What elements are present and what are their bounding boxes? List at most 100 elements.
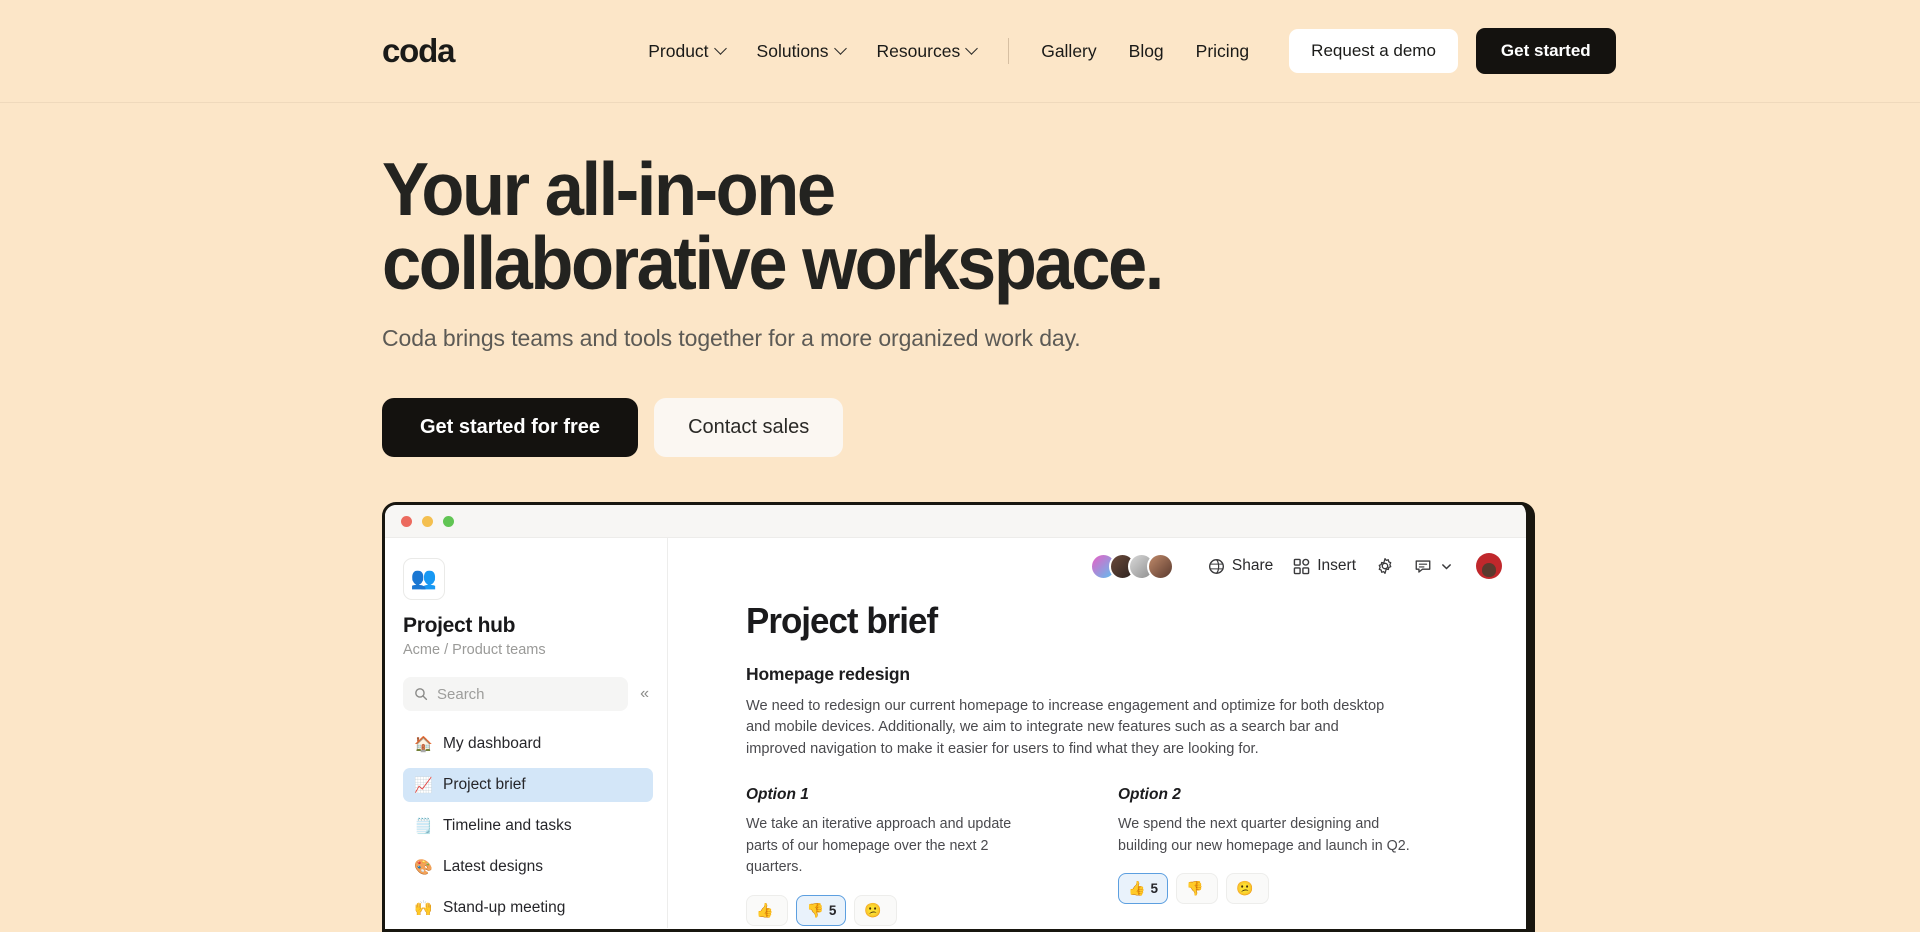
chevron-down-icon	[833, 41, 847, 55]
nav-item-solutions[interactable]: Solutions	[741, 33, 861, 70]
hero-cta-row: Get started for free Contact sales	[382, 398, 1920, 457]
reaction-confused[interactable]: 😕	[854, 894, 897, 926]
hero-section: Your all-in-one collaborative workspace.…	[0, 103, 1920, 457]
app-mockup: 👥 Project hub Acme / Product teams Searc…	[382, 502, 1535, 932]
option-body: We take an iterative approach and update…	[746, 816, 1012, 876]
breadcrumb: Acme / Product teams	[403, 642, 546, 658]
doc-canvas: Share Insert Project brief Homepage rede…	[668, 538, 1526, 928]
chevron-down-icon	[713, 41, 727, 55]
sidebar-search-row: Search «	[403, 677, 653, 711]
reaction-thumbs-up[interactable]: 👍 5	[1118, 873, 1168, 905]
chart-icon: 📈	[414, 777, 433, 794]
chevron-down-icon	[1441, 561, 1452, 572]
window-close-dot[interactable]	[401, 515, 412, 527]
nav-item-product[interactable]: Product	[632, 33, 740, 70]
option-2-column: Option 2 We spend the next quarter desig…	[1118, 786, 1418, 925]
nav-item-blog[interactable]: Blog	[1113, 33, 1180, 70]
globe-icon	[1208, 558, 1225, 575]
primary-nav: Product Solutions Resources Gallery Blog…	[632, 33, 1265, 70]
house-icon: 🏠	[414, 736, 433, 753]
nav-item-gallery[interactable]: Gallery	[1025, 33, 1112, 70]
nav-divider	[1008, 38, 1010, 64]
avatar	[1146, 552, 1174, 580]
headline-line-1: Your all-in-one	[382, 147, 836, 231]
settings-button[interactable]	[1366, 551, 1404, 581]
current-user-avatar[interactable]	[1476, 553, 1502, 579]
header-actions: Request a demo Get started	[1273, 28, 1616, 74]
share-label: Share	[1231, 557, 1274, 574]
insert-label: Insert	[1317, 557, 1356, 574]
share-button[interactable]: Share	[1198, 551, 1283, 581]
page-title: Your all-in-one collaborative workspace.	[382, 147, 1828, 305]
gear-icon	[1376, 557, 1394, 575]
comment-icon	[1414, 557, 1432, 575]
thumbs-up-icon: 👍	[756, 901, 774, 918]
confused-face-icon: 😕	[864, 901, 882, 918]
people-icon: 👥	[403, 558, 445, 600]
sidebar-item-latest-designs[interactable]: 🎨 Latest designs	[403, 850, 653, 884]
request-demo-button[interactable]: Request a demo	[1289, 29, 1458, 73]
grid-icon	[1293, 558, 1310, 575]
search-input[interactable]: Search	[403, 677, 629, 711]
sidebar-item-my-dashboard[interactable]: 🏠 My dashboard	[403, 727, 653, 761]
contact-sales-button[interactable]: Contact sales	[654, 398, 844, 457]
doc-body: Project brief Homepage redesign We need …	[668, 594, 1526, 926]
collapse-sidebar-icon[interactable]: «	[636, 683, 653, 705]
sidebar-item-label: My dashboard	[443, 735, 542, 752]
reaction-thumbs-down[interactable]: 👎	[1175, 873, 1219, 905]
thumbs-down-icon: 👎	[806, 901, 824, 918]
document-section-heading: Homepage redesign	[746, 664, 910, 684]
doc-toolbar: Share Insert	[668, 538, 1526, 594]
nav-item-label: Resources	[876, 40, 961, 61]
mockup-window: 👥 Project hub Acme / Product teams Searc…	[382, 502, 1535, 932]
document-title: Project brief	[746, 600, 938, 641]
sidebar-item-stand-up-meeting[interactable]: 🙌 Stand-up meeting	[403, 891, 653, 925]
get-started-free-button[interactable]: Get started for free	[382, 398, 639, 457]
document-paragraph: We need to redesign our current homepage…	[746, 698, 1385, 757]
reaction-thumbs-down[interactable]: 👎 5	[796, 894, 847, 926]
hero-subtitle: Coda brings teams and tools together for…	[382, 325, 1081, 351]
reaction-count: 5	[828, 902, 837, 918]
get-started-button[interactable]: Get started	[1475, 28, 1616, 74]
sidebar-item-label: Project brief	[443, 776, 526, 793]
sidebar-item-label: Stand-up meeting	[443, 899, 566, 916]
nav-item-label: Product	[648, 40, 709, 61]
reaction-thumbs-up[interactable]: 👍	[746, 894, 789, 926]
coda-logo[interactable]: coda	[382, 32, 455, 70]
reaction-count: 5	[1150, 881, 1158, 897]
sidebar-item-timeline-and-tasks[interactable]: 🗒️ Timeline and tasks	[403, 809, 653, 843]
doc-sidebar: 👥 Project hub Acme / Product teams Searc…	[385, 538, 668, 928]
reaction-confused[interactable]: 😕	[1226, 873, 1269, 905]
search-placeholder: Search	[437, 685, 485, 703]
avatar-face	[1482, 562, 1496, 577]
insert-button[interactable]: Insert	[1283, 551, 1366, 581]
nav-item-label: Solutions	[756, 40, 829, 61]
window-titlebar	[385, 505, 1526, 538]
comments-button[interactable]	[1404, 551, 1462, 581]
window-minimize-dot[interactable]	[422, 515, 433, 527]
thumbs-up-icon: 👍	[1128, 880, 1146, 897]
chevron-down-icon	[965, 41, 979, 55]
search-icon	[415, 688, 428, 701]
clipboard-icon: 🗒️	[414, 818, 433, 835]
nav-item-pricing[interactable]: Pricing	[1180, 33, 1266, 70]
sidebar-nav-list: 🏠 My dashboard 📈 Project brief 🗒️ Timeli…	[403, 727, 653, 925]
nav-item-resources[interactable]: Resources	[861, 33, 993, 70]
window-maximize-dot[interactable]	[443, 515, 454, 527]
option-title: Option 1	[746, 786, 809, 804]
headline-line-2: collaborative workspace.	[382, 220, 1164, 305]
option-1-reactions: 👍 👎 5 😕	[746, 894, 1046, 926]
palette-icon: 🎨	[414, 859, 433, 876]
site-header: coda Product Solutions Resources Gallery…	[0, 0, 1920, 103]
options-columns: Option 1 We take an iterative approach a…	[746, 786, 1486, 926]
option-1-column: Option 1 We take an iterative approach a…	[746, 786, 1046, 926]
option-title: Option 2	[1118, 786, 1181, 804]
thumbs-down-icon: 👎	[1185, 880, 1204, 897]
sidebar-item-project-brief[interactable]: 📈 Project brief	[403, 768, 653, 802]
option-2-reactions: 👍 5 👎 😕	[1118, 873, 1418, 905]
sidebar-item-label: Latest designs	[443, 858, 543, 875]
option-body: We spend the next quarter designing and …	[1118, 816, 1410, 854]
collaborator-avatars[interactable]	[1089, 552, 1174, 580]
confused-face-icon: 😕	[1236, 880, 1254, 897]
hands-icon: 🙌	[414, 900, 433, 917]
